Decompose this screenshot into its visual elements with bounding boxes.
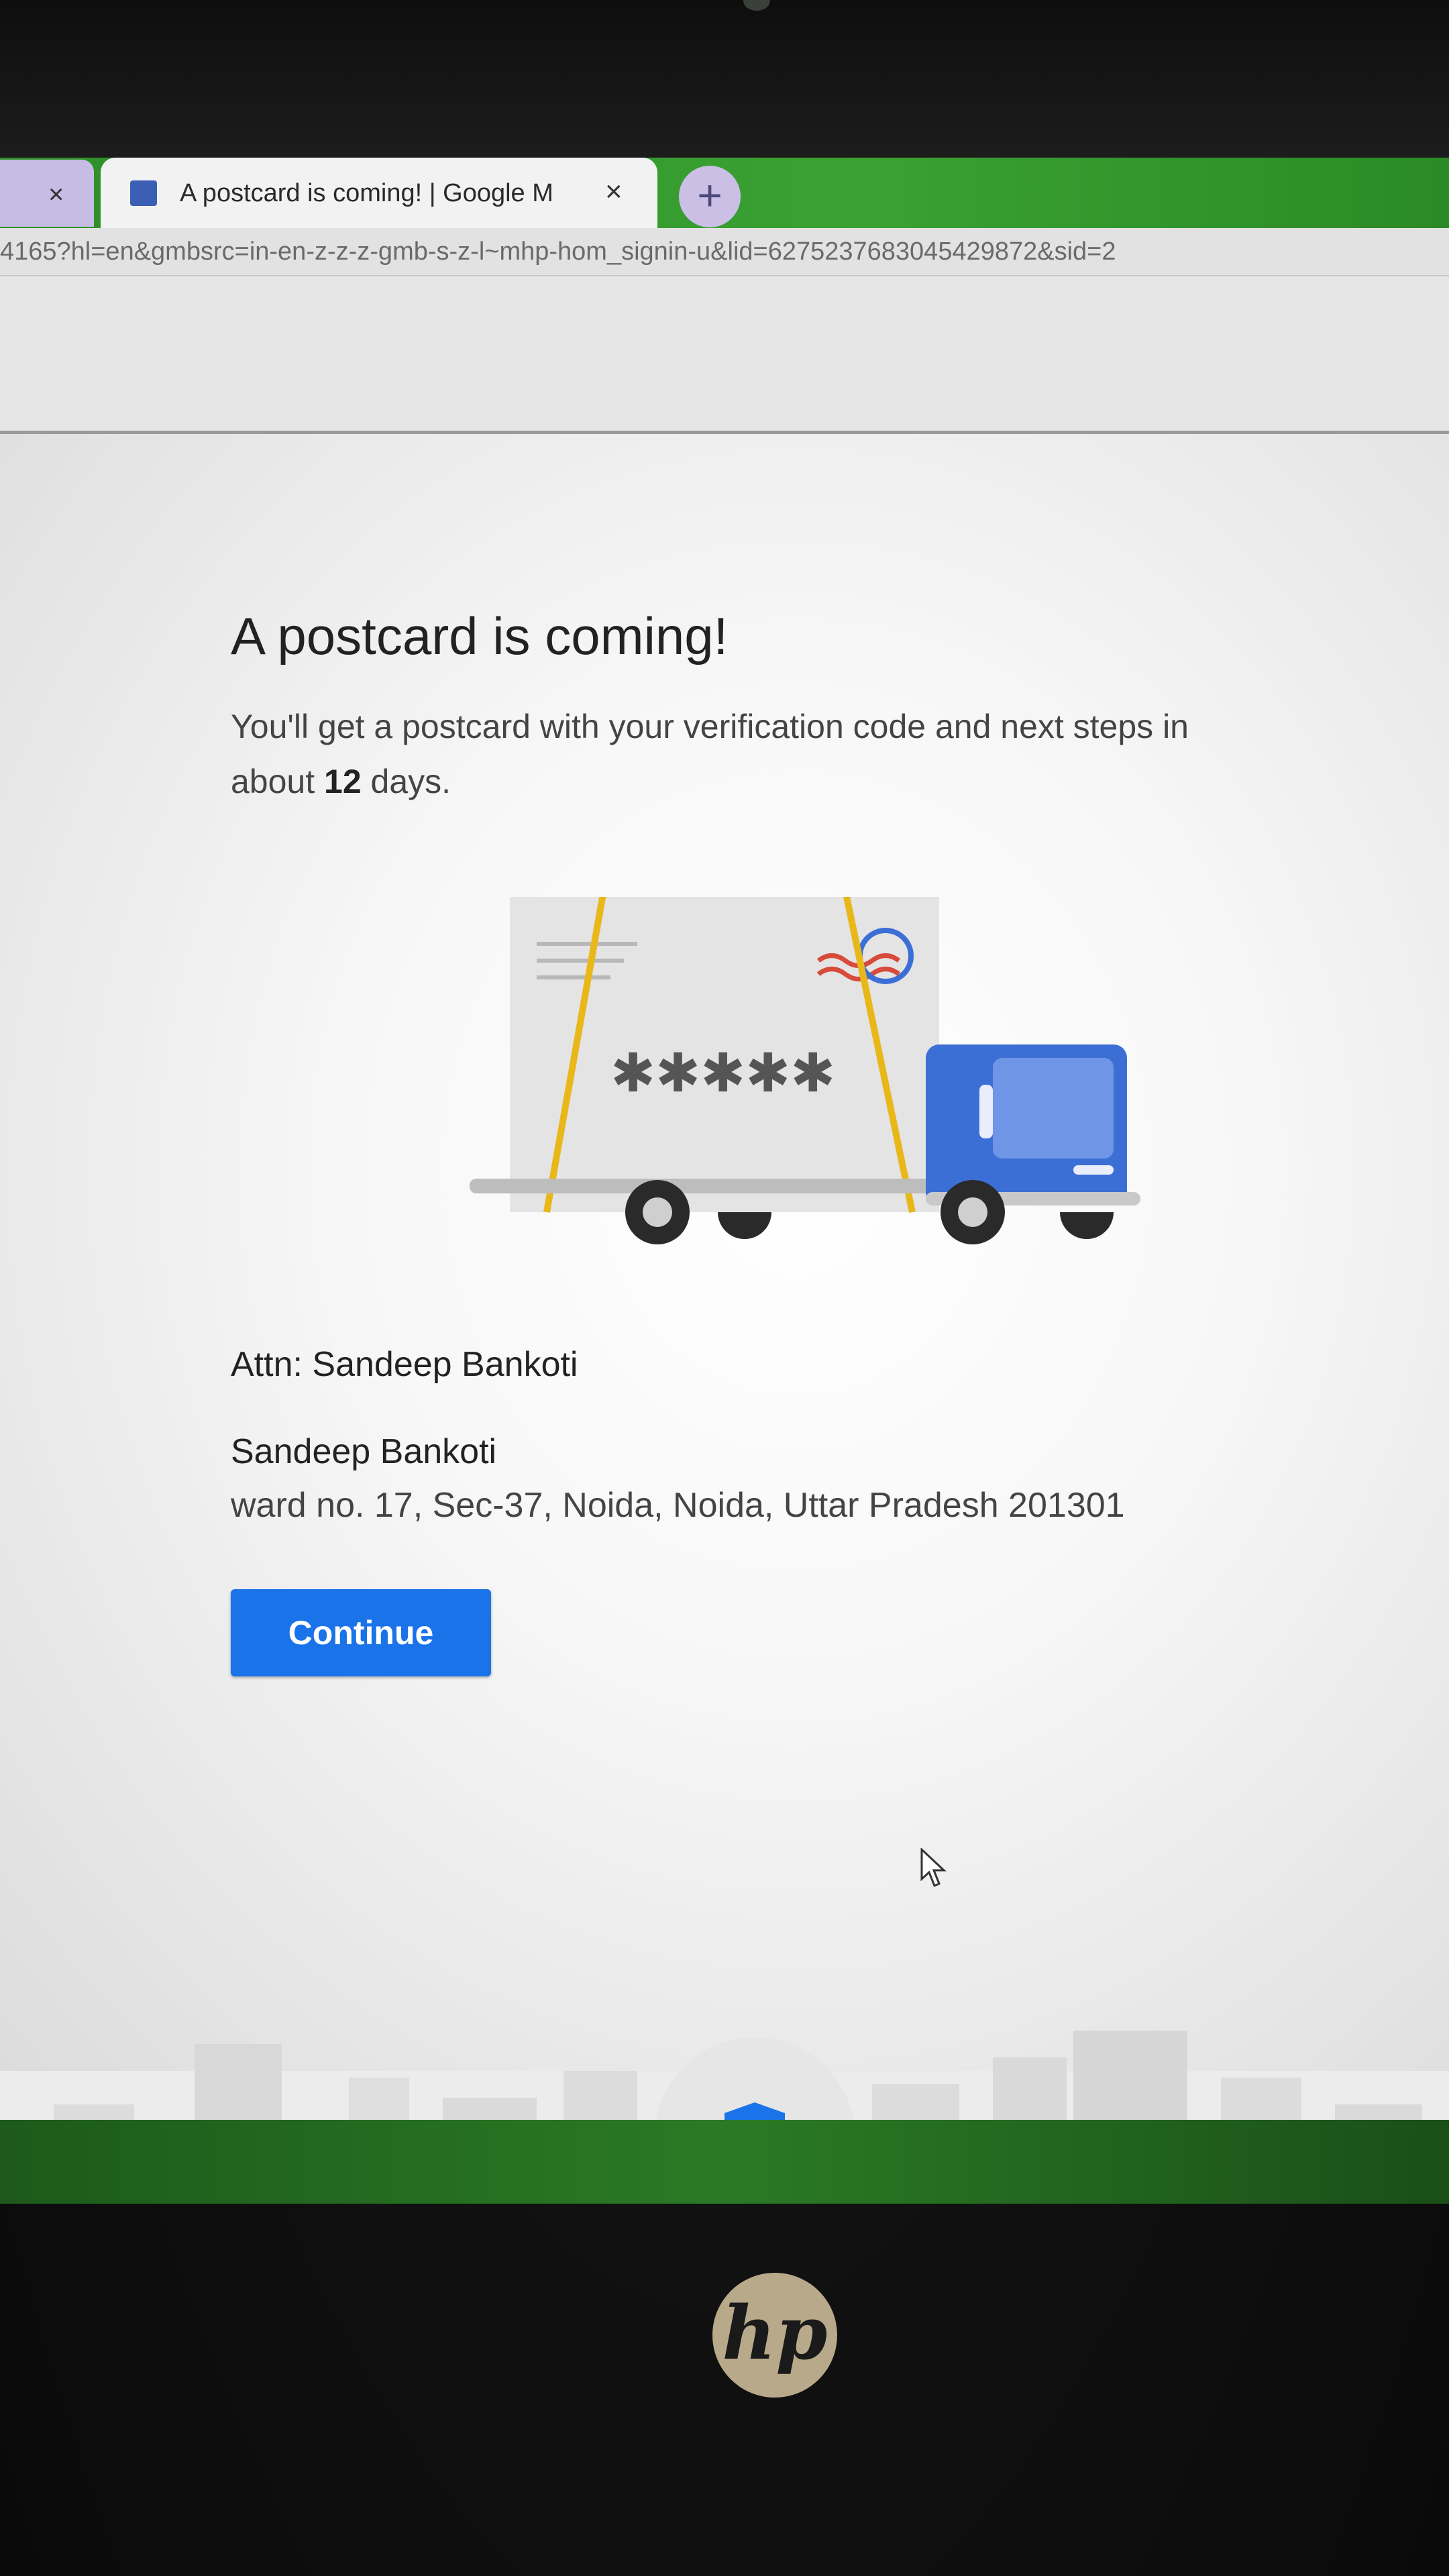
tab-title: A postcard is coming! | Google M bbox=[180, 179, 553, 207]
continue-button[interactable]: Continue bbox=[231, 1589, 491, 1676]
tab-postcard[interactable]: A postcard is coming! | Google M × bbox=[101, 158, 657, 228]
days-count: 12 bbox=[324, 763, 362, 800]
address-bar[interactable]: 4165?hl=en&gmbsrc=in-en-z-z-z-gmb-s-z-l~… bbox=[0, 228, 1449, 276]
code-mask: ✱✱✱✱✱ bbox=[610, 1042, 835, 1104]
main-content: A postcard is coming! You'll get a postc… bbox=[0, 434, 1449, 2204]
google-my-business-icon bbox=[130, 180, 157, 206]
webcam bbox=[743, 0, 770, 11]
os-taskbar bbox=[0, 2120, 1449, 2204]
app-header bbox=[0, 276, 1449, 434]
attention-line: Attn: Sandeep Bankoti bbox=[231, 1345, 578, 1384]
tab-strip: × A postcard is coming! | Google M × + bbox=[0, 158, 1449, 228]
tab-previous[interactable]: × bbox=[0, 160, 94, 227]
page-title: A postcard is coming! bbox=[231, 606, 729, 665]
close-icon[interactable]: × bbox=[48, 180, 64, 210]
screen-bezel-top bbox=[0, 0, 1449, 158]
recipient-address: ward no. 17, Sec-37, Noida, Noida, Uttar… bbox=[231, 1486, 1125, 1525]
message-text-end: days. bbox=[361, 763, 451, 800]
browser-screen: × A postcard is coming! | Google M × + 4… bbox=[0, 158, 1449, 2204]
hp-logo: hp bbox=[712, 2273, 837, 2398]
recipient-name: Sandeep Bankoti bbox=[231, 1432, 497, 1471]
postcard-truck-illustration: ✱✱✱✱✱ bbox=[470, 897, 1140, 1244]
mouse-pointer-icon bbox=[920, 1848, 947, 1887]
verification-message: You'll get a postcard with your verifica… bbox=[231, 699, 1210, 809]
new-tab-button[interactable]: + bbox=[679, 166, 741, 227]
laptop-photo: × A postcard is coming! | Google M × + 4… bbox=[0, 0, 1449, 2576]
url-text[interactable]: 4165?hl=en&gmbsrc=in-en-z-z-z-gmb-s-z-l~… bbox=[0, 237, 1449, 266]
close-icon[interactable]: × bbox=[605, 175, 623, 209]
